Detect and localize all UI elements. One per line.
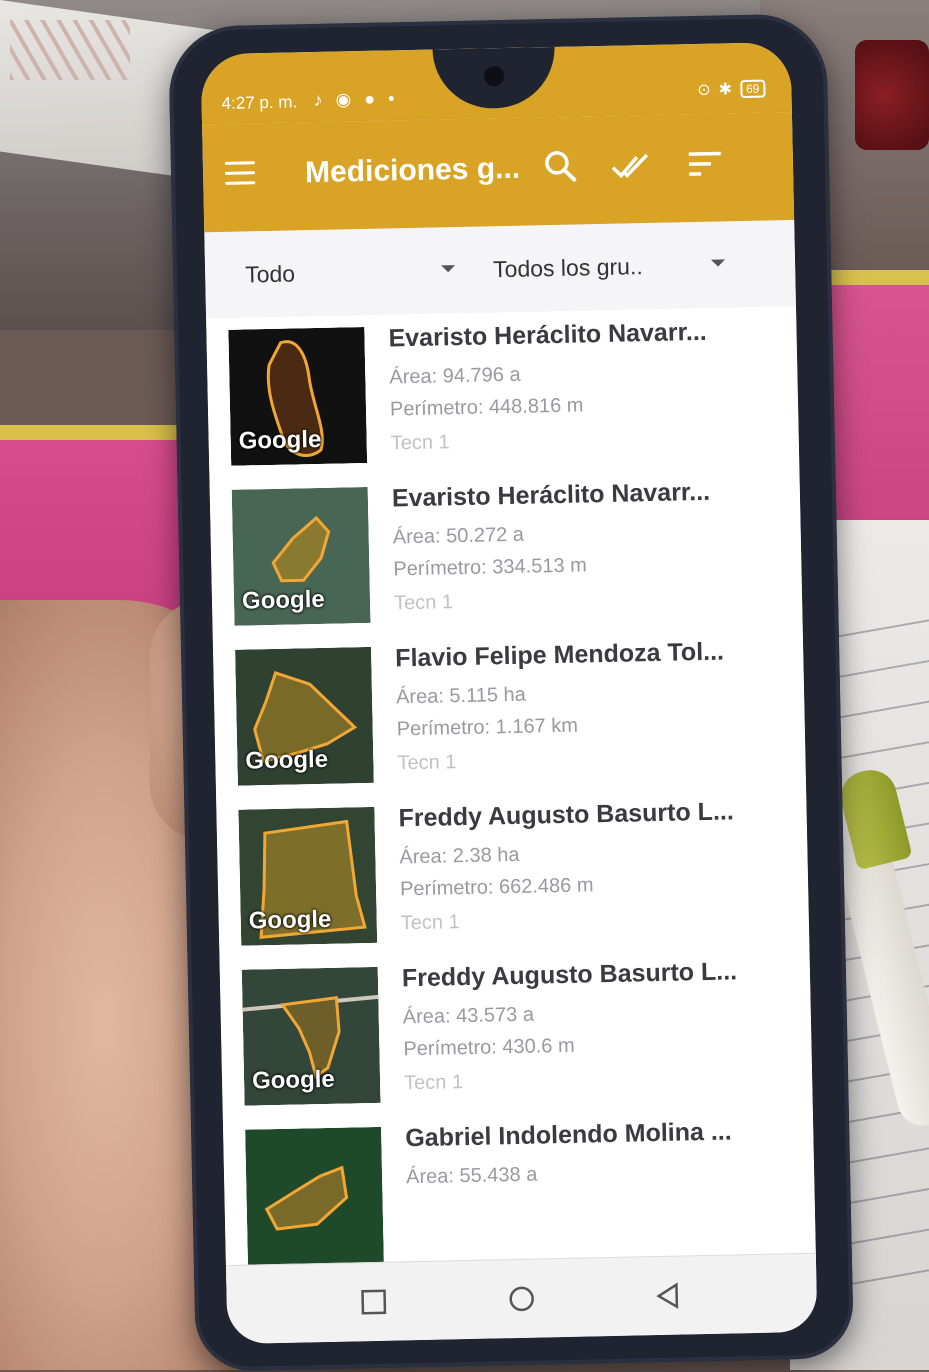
recent-apps-icon[interactable] bbox=[356, 1285, 391, 1320]
item-area: Área: 5.115 ha bbox=[396, 684, 526, 710]
list-item[interactable]: Google Evaristo Heráclito Navarr... Área… bbox=[209, 466, 802, 638]
list-item[interactable]: Google Freddy Augusto Basurto L... Área:… bbox=[219, 946, 812, 1118]
map-thumbnail: Google bbox=[232, 487, 371, 626]
item-area: Área: 43.573 a bbox=[403, 1004, 535, 1030]
map-thumbnail: Google bbox=[242, 967, 381, 1106]
sort-icon[interactable] bbox=[683, 141, 728, 186]
item-name: Freddy Augusto Basurto L... bbox=[402, 957, 738, 993]
item-area: Área: 2.38 ha bbox=[399, 844, 520, 870]
google-watermark: Google bbox=[242, 586, 325, 616]
item-perimeter: Perímetro: 662.486 m bbox=[400, 874, 594, 901]
red-cup bbox=[855, 40, 929, 150]
phone-screen: 4:27 p. m. ♪ ◉ ● • ⊙ ✱ 69 Mediciones g..… bbox=[201, 42, 818, 1344]
system-navigation-bar bbox=[226, 1253, 818, 1344]
item-area: Área: 55.438 a bbox=[406, 1164, 538, 1190]
google-watermark: Google bbox=[248, 906, 331, 936]
dropdown-caret-icon bbox=[711, 259, 725, 266]
item-area: Área: 94.796 a bbox=[389, 364, 521, 390]
measurement-list: Google Evaristo Heráclito Navarr... Área… bbox=[206, 306, 816, 1284]
item-name: Flavio Felipe Mendoza Tol... bbox=[395, 638, 724, 674]
map-thumbnail: Google bbox=[228, 327, 367, 466]
group-filter-value: Todos los gru.. bbox=[493, 253, 643, 282]
list-item[interactable]: Google Evaristo Heráclito Navarr... Área… bbox=[206, 306, 799, 478]
app-bar: Mediciones g... bbox=[202, 112, 794, 232]
item-name: Evaristo Heráclito Navarr... bbox=[392, 478, 711, 514]
item-group: Tecn 1 bbox=[404, 1071, 463, 1095]
battery-icon: 69 bbox=[740, 80, 766, 99]
map-thumbnail: Google bbox=[235, 647, 374, 786]
item-name: Gabriel Indolendo Molina ... bbox=[405, 1117, 732, 1153]
map-thumbnail: Google bbox=[238, 807, 377, 946]
page-title: Mediciones g... bbox=[305, 152, 521, 190]
item-perimeter: Perímetro: 334.513 m bbox=[393, 554, 587, 581]
google-watermark: Google bbox=[245, 746, 328, 776]
notebook-spiral bbox=[10, 20, 130, 80]
type-filter-dropdown[interactable]: Todo bbox=[245, 257, 456, 288]
back-icon[interactable] bbox=[650, 1278, 685, 1313]
list-item[interactable]: Google Flavio Felipe Mendoza Tol... Área… bbox=[213, 626, 806, 798]
item-name: Freddy Augusto Basurto L... bbox=[398, 797, 734, 833]
done-all-icon[interactable] bbox=[609, 143, 654, 188]
status-time: 4:27 p. m. bbox=[221, 92, 297, 114]
search-icon[interactable] bbox=[539, 144, 584, 189]
camera-notch bbox=[433, 47, 556, 110]
google-watermark: Google bbox=[252, 1066, 335, 1096]
filter-bar: Todo Todos los gru.. bbox=[204, 220, 796, 319]
google-watermark: Google bbox=[238, 426, 321, 456]
phone: 4:27 p. m. ♪ ◉ ● • ⊙ ✱ 69 Mediciones g..… bbox=[168, 13, 854, 1371]
item-group: Tecn 1 bbox=[397, 751, 456, 775]
item-name: Evaristo Heráclito Navarr... bbox=[388, 318, 707, 354]
item-group: Tecn 1 bbox=[391, 431, 450, 455]
home-icon[interactable] bbox=[504, 1282, 539, 1317]
dropdown-caret-icon bbox=[441, 265, 455, 272]
item-perimeter: Perímetro: 448.816 m bbox=[390, 394, 584, 421]
item-group: Tecn 1 bbox=[394, 591, 453, 615]
map-thumbnail bbox=[245, 1127, 384, 1266]
group-filter-dropdown[interactable]: Todos los gru.. bbox=[493, 251, 726, 283]
list-item[interactable]: Gabriel Indolendo Molina ... Área: 55.43… bbox=[223, 1106, 816, 1278]
type-filter-value: Todo bbox=[245, 260, 295, 287]
notification-icons: ♪ ◉ ● • bbox=[313, 88, 398, 111]
status-bar: 4:27 p. m. ♪ ◉ ● • ⊙ ✱ 69 bbox=[201, 42, 792, 124]
location-icon: ⊙ bbox=[697, 80, 711, 100]
menu-icon[interactable] bbox=[225, 161, 255, 186]
item-group: Tecn 1 bbox=[401, 911, 460, 935]
item-perimeter: Perímetro: 430.6 m bbox=[403, 1035, 575, 1062]
item-area: Área: 50.272 a bbox=[392, 524, 524, 550]
list-item[interactable]: Google Freddy Augusto Basurto L... Área:… bbox=[216, 786, 809, 958]
item-perimeter: Perímetro: 1.167 km bbox=[397, 715, 579, 742]
bluetooth-icon: ✱ bbox=[718, 79, 732, 99]
status-icons: ⊙ ✱ 69 bbox=[697, 79, 766, 100]
